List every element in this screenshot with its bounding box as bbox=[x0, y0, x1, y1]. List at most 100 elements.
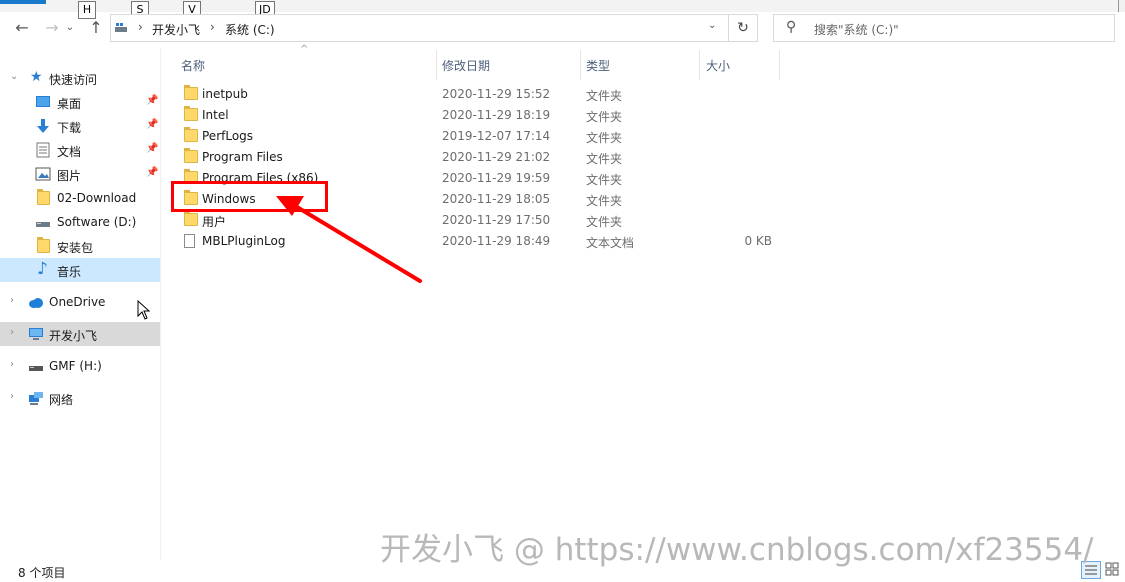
sidebar-item-label: 图片 bbox=[57, 169, 82, 183]
sidebar-item-documents[interactable]: 文档 📌 bbox=[0, 138, 160, 162]
pane-divider[interactable] bbox=[160, 48, 161, 560]
chevron-right-icon: › bbox=[10, 391, 14, 402]
drive-icon bbox=[115, 23, 127, 32]
file-type: 文件夹 bbox=[586, 110, 623, 124]
sidebar-item-installers[interactable]: 安装包 bbox=[0, 234, 160, 258]
chevron-right-icon: › bbox=[10, 359, 14, 370]
sidebar-item-music[interactable]: ♪ 音乐 bbox=[0, 258, 160, 282]
sidebar-item-02-download[interactable]: 02-Download bbox=[0, 186, 160, 210]
large-icons-view-button[interactable] bbox=[1103, 561, 1123, 579]
address-dropdown-icon[interactable]: ⌄ bbox=[708, 20, 716, 31]
search-box[interactable]: ⚲ 搜索"系统 (C:)" bbox=[773, 14, 1115, 42]
sidebar-item-quick-access[interactable]: ⌄ ★ 快速访问 bbox=[0, 66, 160, 90]
sidebar-item-label: 快速访问 bbox=[49, 73, 98, 87]
file-name: inetpub bbox=[202, 87, 248, 101]
sidebar-item-label: 音乐 bbox=[57, 265, 82, 279]
sidebar-item-onedrive[interactable]: › OneDrive bbox=[0, 290, 160, 314]
column-divider[interactable] bbox=[580, 50, 581, 80]
pin-icon[interactable]: 📌 bbox=[146, 143, 158, 154]
sidebar-item-network[interactable]: › 网络 bbox=[0, 386, 160, 410]
folder-icon bbox=[184, 127, 198, 142]
picture-icon bbox=[35, 167, 51, 181]
sort-ascending-icon: ^ bbox=[300, 44, 309, 55]
mouse-cursor-icon bbox=[137, 300, 151, 320]
sidebar-item-label: 文档 bbox=[57, 145, 82, 159]
file-row-program-files[interactable]: Program Files 2020-11-29 21:02 文件夹 bbox=[176, 147, 786, 168]
document-icon bbox=[36, 142, 50, 158]
back-button[interactable]: ← bbox=[12, 17, 32, 39]
breadcrumb-this-pc[interactable]: 开发小飞 bbox=[152, 21, 200, 38]
ribbon-strip bbox=[0, 0, 1125, 12]
sidebar-item-label: OneDrive bbox=[49, 295, 106, 309]
sidebar-item-downloads[interactable]: 下载 📌 bbox=[0, 114, 160, 138]
file-name: Intel bbox=[202, 108, 229, 122]
recent-locations-button[interactable]: ⌄ bbox=[60, 17, 80, 39]
chevron-right-icon: › bbox=[10, 295, 14, 306]
file-row-intel[interactable]: Intel 2020-11-29 18:19 文件夹 bbox=[176, 105, 786, 126]
sidebar-item-this-pc[interactable]: › 开发小飞 bbox=[0, 322, 160, 346]
chevron-right-icon: › bbox=[10, 327, 14, 338]
music-icon: ♪ bbox=[37, 259, 48, 279]
file-date: 2020-11-29 18:05 bbox=[442, 192, 551, 206]
chevron-down-icon: ⌄ bbox=[10, 71, 19, 82]
breadcrumb-separator: › bbox=[210, 20, 215, 34]
search-icon: ⚲ bbox=[786, 19, 797, 35]
column-header-date[interactable]: 修改日期 bbox=[442, 57, 490, 79]
column-divider[interactable] bbox=[436, 50, 437, 80]
breadcrumb-separator: › bbox=[138, 20, 143, 34]
column-divider[interactable] bbox=[779, 50, 780, 80]
status-item-count: 8 个项目 bbox=[18, 566, 66, 580]
file-type: 文件夹 bbox=[586, 131, 623, 145]
search-input[interactable]: 搜索"系统 (C:)" bbox=[814, 21, 899, 38]
file-date: 2020-11-29 18:49 bbox=[442, 234, 551, 248]
file-type: 文件夹 bbox=[586, 173, 623, 187]
file-name: Program Files bbox=[202, 150, 283, 164]
sidebar-item-gmf-h[interactable]: › GMF (H:) bbox=[0, 354, 160, 378]
column-header-type[interactable]: 类型 bbox=[586, 57, 610, 79]
sidebar-item-software-d[interactable]: Software (D:) bbox=[0, 210, 160, 234]
sidebar-item-label: 02-Download bbox=[57, 191, 137, 205]
file-size: 0 KB bbox=[744, 234, 772, 248]
folder-icon bbox=[37, 189, 50, 205]
sidebar-item-label: 安装包 bbox=[57, 241, 94, 255]
annotation-arrow-icon bbox=[276, 196, 422, 283]
sidebar-item-label: Software (D:) bbox=[57, 215, 137, 229]
sidebar-item-label: 下载 bbox=[57, 121, 82, 135]
text-file-icon bbox=[184, 234, 195, 248]
address-bar[interactable]: › 开发小飞 › 系统 (C:) ⌄ ↻ bbox=[110, 14, 758, 42]
file-date: 2020-11-29 15:52 bbox=[442, 87, 551, 101]
file-row-inetpub[interactable]: inetpub 2020-11-29 15:52 文件夹 bbox=[176, 84, 786, 105]
file-tab[interactable] bbox=[0, 0, 46, 4]
network-icon bbox=[29, 392, 43, 405]
computer-icon bbox=[29, 328, 43, 340]
file-type: 文件夹 bbox=[586, 89, 623, 103]
sidebar-item-pictures[interactable]: 图片 📌 bbox=[0, 162, 160, 186]
breadcrumb-drive-c[interactable]: 系统 (C:) bbox=[225, 21, 275, 38]
ribbon-expand-button[interactable] bbox=[1118, 0, 1125, 12]
column-header-name[interactable]: 名称 bbox=[181, 57, 205, 79]
file-type: 文本文档 bbox=[586, 236, 635, 250]
pin-icon[interactable]: 📌 bbox=[146, 95, 158, 106]
sidebar-item-label: 网络 bbox=[49, 393, 74, 407]
column-header-size[interactable]: 大小 bbox=[706, 57, 730, 79]
file-row-perflogs[interactable]: PerfLogs 2019-12-07 17:14 文件夹 bbox=[176, 126, 786, 147]
file-date: 2020-11-29 19:59 bbox=[442, 171, 551, 185]
file-row-mblpluginlog[interactable]: MBLPluginLog 2020-11-29 18:49 文本文档 0 KB bbox=[176, 231, 786, 252]
folder-icon bbox=[184, 85, 198, 100]
forward-button[interactable]: → bbox=[42, 17, 62, 39]
pin-icon[interactable]: 📌 bbox=[146, 167, 158, 178]
folder-icon bbox=[37, 237, 50, 253]
sidebar-item-desktop[interactable]: 桌面 📌 bbox=[0, 90, 160, 114]
pin-icon[interactable]: 📌 bbox=[146, 119, 158, 130]
file-type: 文件夹 bbox=[586, 215, 623, 229]
refresh-icon: ↻ bbox=[737, 20, 749, 36]
refresh-button[interactable]: ↻ bbox=[728, 15, 757, 41]
file-type: 文件夹 bbox=[586, 152, 623, 166]
file-row-users[interactable]: 用户 2020-11-29 17:50 文件夹 bbox=[176, 210, 786, 231]
up-button[interactable]: ↑ bbox=[86, 17, 106, 39]
column-divider[interactable] bbox=[699, 50, 700, 80]
file-type: 文件夹 bbox=[586, 194, 623, 208]
sidebar-item-label: 桌面 bbox=[57, 97, 82, 111]
file-date: 2019-12-07 17:14 bbox=[442, 129, 551, 143]
folder-icon bbox=[184, 211, 198, 226]
